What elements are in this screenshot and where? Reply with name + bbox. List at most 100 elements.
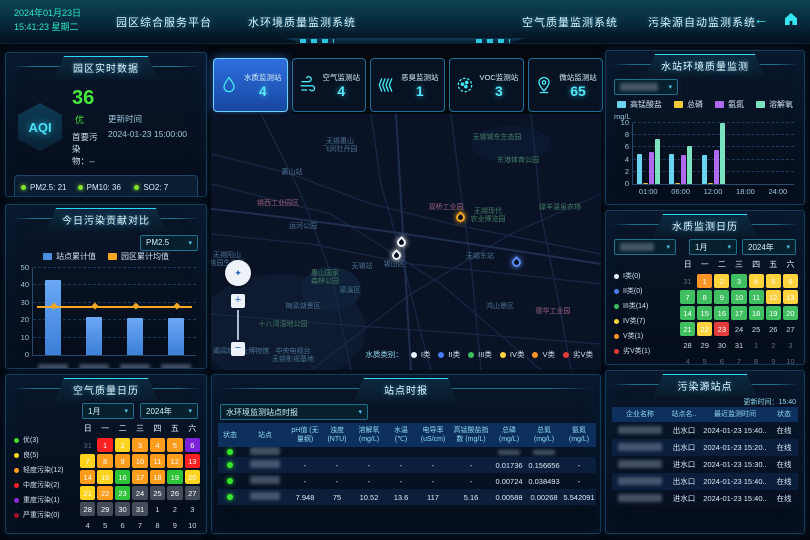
calendar-day[interactable]: 7 <box>132 518 147 532</box>
calendar-day[interactable]: 4 <box>749 274 764 288</box>
table-row[interactable]: 进水口2024-01-23 15:30..在线 <box>612 456 798 473</box>
calendar-day[interactable]: 7 <box>80 454 95 468</box>
calendar-day[interactable]: 14 <box>680 306 695 320</box>
calendar-day[interactable]: 6 <box>783 274 798 288</box>
bar[interactable] <box>86 317 102 355</box>
station-button-2[interactable]: 空气监测站4 <box>292 58 367 112</box>
map-zoom-in-button[interactable]: + <box>231 294 245 308</box>
calendar-day[interactable]: 15 <box>697 306 712 320</box>
nav-item-left-1[interactable]: 水环境质量监测系统 <box>248 14 356 30</box>
bar[interactable] <box>168 318 184 355</box>
station-select[interactable]: ▾ <box>614 239 676 255</box>
map-zoom-slider[interactable] <box>237 310 239 340</box>
home-icon[interactable] <box>782 11 800 29</box>
report-type-select[interactable]: 水环境监测站点时报 ▾ <box>220 404 368 420</box>
calendar-day[interactable]: 31 <box>680 274 695 288</box>
calendar-day[interactable]: 21 <box>80 486 95 500</box>
calendar-day[interactable]: 6 <box>115 518 130 532</box>
calendar-day[interactable]: 5 <box>766 274 781 288</box>
calendar-day[interactable]: 29 <box>697 338 712 352</box>
bar-高锰酸盐[interactable] <box>669 154 674 184</box>
station-button-3[interactable]: 恶臭监测站1 <box>370 58 445 112</box>
calendar-day[interactable]: 14 <box>80 470 95 484</box>
calendar-day[interactable]: 5 <box>97 518 112 532</box>
calendar-day[interactable]: 1 <box>150 502 165 516</box>
calendar-day[interactable]: 25 <box>749 322 764 336</box>
calendar-day[interactable]: 28 <box>80 502 95 516</box>
calendar-day[interactable]: 3 <box>731 274 746 288</box>
calendar-day[interactable]: 17 <box>132 470 147 484</box>
table-row[interactable]: 出水口2024-01-23 15:40..在线 <box>612 422 798 439</box>
calendar-day[interactable]: 30 <box>115 502 130 516</box>
bar-溶解氧[interactable] <box>687 146 692 184</box>
calendar-day[interactable]: 18 <box>150 470 165 484</box>
year-select[interactable]: 2024年▾ <box>140 403 198 419</box>
calendar-day[interactable]: 6 <box>714 354 729 365</box>
calendar-day[interactable]: 16 <box>714 306 729 320</box>
calendar-day[interactable]: 12 <box>766 290 781 304</box>
calendar-day[interactable]: 31 <box>80 438 95 452</box>
map-compass-control[interactable]: ✦ <box>225 260 251 286</box>
calendar-day[interactable]: 8 <box>150 518 165 532</box>
map-zoom-out-button[interactable]: − <box>231 342 245 356</box>
bar-高锰酸盐[interactable] <box>702 155 707 184</box>
table-row[interactable]: 出水口2024-01-23 15:20..在线 <box>612 439 798 456</box>
calendar-day[interactable]: 26 <box>167 486 182 500</box>
nav-item-left-0[interactable]: 园区综合服务平台 <box>116 14 212 30</box>
calendar-day[interactable]: 9 <box>714 290 729 304</box>
back-icon[interactable]: ← <box>752 11 770 29</box>
calendar-day[interactable]: 21 <box>680 322 695 336</box>
bar-溶解氧[interactable] <box>655 139 660 184</box>
station-button-4[interactable]: VOC监测站3 <box>449 58 525 112</box>
calendar-day[interactable]: 20 <box>783 306 798 320</box>
calendar-day[interactable]: 31 <box>731 338 746 352</box>
calendar-day[interactable]: 22 <box>97 486 112 500</box>
bar[interactable] <box>45 280 61 355</box>
calendar-day[interactable]: 1 <box>697 274 712 288</box>
calendar-day[interactable]: 10 <box>185 518 200 532</box>
calendar-day[interactable]: 7 <box>680 290 695 304</box>
calendar-day[interactable]: 24 <box>731 322 746 336</box>
bar-高锰酸盐[interactable] <box>637 154 642 185</box>
calendar-day[interactable]: 27 <box>783 322 798 336</box>
calendar-day[interactable]: 18 <box>749 306 764 320</box>
calendar-day[interactable]: 26 <box>766 322 781 336</box>
calendar-day[interactable]: 12 <box>167 454 182 468</box>
bar-氨氮[interactable] <box>681 155 686 184</box>
calendar-day[interactable]: 13 <box>783 290 798 304</box>
table-row[interactable]: 出水口2024-01-23 15:40..在线 <box>612 473 798 490</box>
station-button-5[interactable]: 微站监测站65 <box>528 58 603 112</box>
month-select[interactable]: 1月▾ <box>689 239 737 255</box>
calendar-day[interactable]: 22 <box>697 322 712 336</box>
calendar-day[interactable]: 1 <box>749 338 764 352</box>
bar-氨氮[interactable] <box>714 150 719 184</box>
pollutant-select[interactable]: PM2.5 ▾ <box>140 235 198 251</box>
bar-总磷[interactable] <box>708 183 713 184</box>
calendar-day[interactable]: 16 <box>115 470 130 484</box>
calendar-day[interactable]: 9 <box>115 454 130 468</box>
calendar-day[interactable]: 2 <box>714 274 729 288</box>
bar-总磷[interactable] <box>675 183 680 184</box>
calendar-day[interactable]: 29 <box>97 502 112 516</box>
station-button-1[interactable]: 水质监测站4 <box>213 58 288 112</box>
calendar-day[interactable]: 3 <box>132 438 147 452</box>
calendar-day[interactable]: 20 <box>185 470 200 484</box>
calendar-day[interactable]: 8 <box>97 454 112 468</box>
calendar-day[interactable]: 24 <box>132 486 147 500</box>
calendar-day[interactable]: 5 <box>167 438 182 452</box>
calendar-day[interactable]: 10 <box>132 454 147 468</box>
nav-item-right-0[interactable]: 空气质量监测系统 <box>522 14 618 30</box>
calendar-day[interactable]: 6 <box>185 438 200 452</box>
calendar-day[interactable]: 17 <box>731 306 746 320</box>
calendar-day[interactable]: 4 <box>150 438 165 452</box>
calendar-day[interactable]: 31 <box>132 502 147 516</box>
calendar-day[interactable]: 25 <box>150 486 165 500</box>
calendar-day[interactable]: 8 <box>749 354 764 365</box>
calendar-day[interactable]: 8 <box>697 290 712 304</box>
year-select[interactable]: 2024年▾ <box>742 239 796 255</box>
calendar-day[interactable]: 4 <box>80 518 95 532</box>
table-row[interactable]: 7.9487510.5213.61175.160.005880.002685.5… <box>218 489 596 505</box>
calendar-day[interactable]: 28 <box>680 338 695 352</box>
calendar-day[interactable]: 15 <box>97 470 112 484</box>
calendar-day[interactable]: 3 <box>185 502 200 516</box>
